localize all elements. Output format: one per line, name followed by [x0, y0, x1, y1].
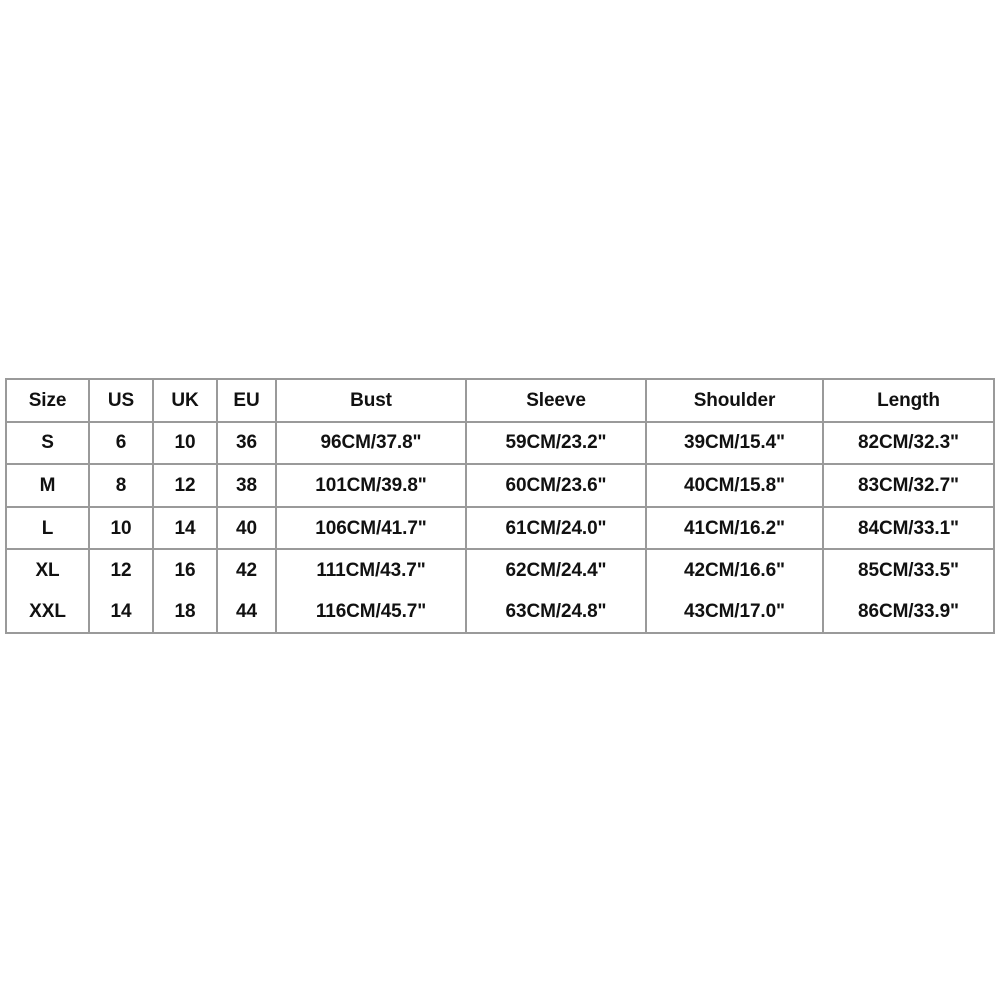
cell-uk: 14 — [152, 505, 218, 551]
column-header-eu: EU — [216, 378, 277, 423]
size-chart-body: S 6 10 36 96CM/37.8" 59CM/23.2" 39CM/15.… — [5, 420, 995, 634]
cell-bust: 116CM/45.7" — [275, 590, 467, 634]
cell-us: 10 — [88, 505, 154, 551]
cell-sleeve: 60CM/23.6" — [465, 463, 647, 508]
table-row: L 10 14 40 106CM/41.7" 61CM/24.0" 41CM/1… — [5, 505, 995, 551]
cell-size: L — [5, 505, 90, 551]
cell-shoulder: 41CM/16.2" — [645, 505, 824, 551]
size-chart-table: Size US UK EU Bust Sleeve Shoulder Lengt… — [5, 378, 995, 634]
cell-length: 84CM/33.1" — [822, 505, 995, 551]
cell-size: XL — [5, 548, 90, 591]
column-header-length: Length — [822, 378, 995, 423]
cell-uk: 18 — [152, 590, 218, 634]
cell-us: 14 — [88, 590, 154, 634]
cell-sleeve: 61CM/24.0" — [465, 505, 647, 551]
cell-uk: 10 — [152, 420, 218, 466]
cell-uk: 16 — [152, 548, 218, 591]
header-row: Size US UK EU Bust Sleeve Shoulder Lengt… — [5, 378, 995, 423]
cell-bust: 106CM/41.7" — [275, 505, 467, 551]
cell-us: 12 — [88, 548, 154, 591]
cell-shoulder: 40CM/15.8" — [645, 463, 824, 508]
cell-size: M — [5, 463, 90, 508]
cell-size: XXL — [5, 590, 90, 634]
column-header-bust: Bust — [275, 378, 467, 423]
column-header-size: Size — [5, 378, 90, 423]
cell-eu: 36 — [216, 420, 277, 466]
cell-shoulder: 42CM/16.6" — [645, 548, 824, 591]
table-row: XXL 14 18 44 116CM/45.7" 63CM/24.8" 43CM… — [5, 590, 995, 634]
cell-shoulder: 43CM/17.0" — [645, 590, 824, 634]
cell-sleeve: 63CM/24.8" — [465, 590, 647, 634]
table-row: M 8 12 38 101CM/39.8" 60CM/23.6" 40CM/15… — [5, 463, 995, 508]
cell-uk: 12 — [152, 463, 218, 508]
cell-length: 85CM/33.5" — [822, 548, 995, 591]
cell-length: 83CM/32.7" — [822, 463, 995, 508]
column-header-uk: UK — [152, 378, 218, 423]
cell-shoulder: 39CM/15.4" — [645, 420, 824, 466]
table-row: XL 12 16 42 111CM/43.7" 62CM/24.4" 42CM/… — [5, 548, 995, 591]
cell-eu: 40 — [216, 505, 277, 551]
size-chart-header: Size US UK EU Bust Sleeve Shoulder Lengt… — [5, 378, 995, 423]
size-chart-container: Size US UK EU Bust Sleeve Shoulder Lengt… — [5, 378, 995, 634]
cell-eu: 38 — [216, 463, 277, 508]
column-header-sleeve: Sleeve — [465, 378, 647, 423]
cell-bust: 96CM/37.8" — [275, 420, 467, 466]
table-row: S 6 10 36 96CM/37.8" 59CM/23.2" 39CM/15.… — [5, 420, 995, 466]
cell-sleeve: 62CM/24.4" — [465, 548, 647, 591]
cell-length: 82CM/32.3" — [822, 420, 995, 466]
cell-bust: 101CM/39.8" — [275, 463, 467, 508]
cell-bust: 111CM/43.7" — [275, 548, 467, 591]
cell-eu: 44 — [216, 590, 277, 634]
cell-size: S — [5, 420, 90, 466]
cell-eu: 42 — [216, 548, 277, 591]
column-header-shoulder: Shoulder — [645, 378, 824, 423]
cell-sleeve: 59CM/23.2" — [465, 420, 647, 466]
cell-us: 8 — [88, 463, 154, 508]
column-header-us: US — [88, 378, 154, 423]
cell-length: 86CM/33.9" — [822, 590, 995, 634]
cell-us: 6 — [88, 420, 154, 466]
